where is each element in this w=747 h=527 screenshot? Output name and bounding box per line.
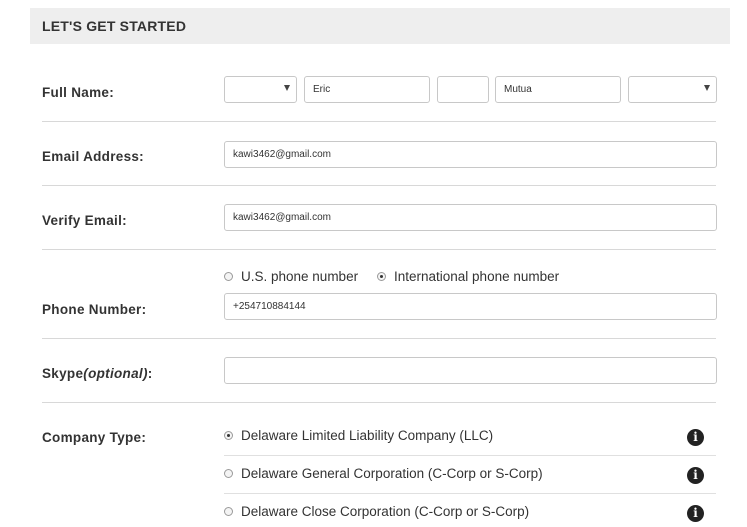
- divider: [224, 493, 716, 494]
- email-input[interactable]: kawi3462@gmail.com: [224, 141, 717, 168]
- info-icon[interactable]: i: [687, 429, 704, 446]
- radio-icon: [224, 507, 233, 516]
- phone-label: Phone Number:: [42, 302, 147, 317]
- divider: [42, 402, 716, 403]
- radio-checked-icon: [224, 431, 233, 440]
- skype-input[interactable]: [224, 357, 717, 384]
- first-name-input[interactable]: Eric: [304, 76, 430, 103]
- divider: [42, 338, 716, 339]
- section-header: LET'S GET STARTED: [30, 8, 730, 44]
- email-label: Email Address:: [42, 149, 144, 164]
- divider: [224, 455, 716, 456]
- us-phone-radio[interactable]: U.S. phone number: [224, 269, 358, 284]
- chevron-down-icon: [284, 85, 290, 91]
- radio-icon: [224, 469, 233, 478]
- info-icon[interactable]: i: [687, 467, 704, 484]
- last-name-input[interactable]: Mutua: [495, 76, 621, 103]
- international-phone-label: International phone number: [394, 269, 560, 284]
- skype-label-text: Skype: [42, 366, 84, 381]
- skype-label-colon: :: [147, 366, 153, 381]
- international-phone-radio[interactable]: International phone number: [377, 269, 559, 284]
- divider: [42, 121, 716, 122]
- name-suffix-select[interactable]: [628, 76, 717, 103]
- company-type-llc-label: Delaware Limited Liability Company (LLC): [241, 428, 494, 443]
- us-phone-label: U.S. phone number: [241, 269, 359, 284]
- skype-label: Skype(optional):: [42, 366, 153, 381]
- company-type-general-label: Delaware General Corporation (C-Corp or …: [241, 466, 543, 481]
- company-type-general-radio[interactable]: Delaware General Corporation (C-Corp or …: [224, 466, 543, 481]
- divider: [42, 249, 716, 250]
- name-prefix-select[interactable]: [224, 76, 297, 103]
- skype-optional-text: (optional): [83, 366, 148, 381]
- company-type-close-label: Delaware Close Corporation (C-Corp or S-…: [241, 504, 530, 519]
- verify-email-label: Verify Email:: [42, 213, 127, 228]
- middle-name-input[interactable]: [437, 76, 489, 103]
- radio-icon: [224, 272, 233, 281]
- company-type-close-radio[interactable]: Delaware Close Corporation (C-Corp or S-…: [224, 504, 529, 519]
- phone-input[interactable]: +254710884144: [224, 293, 717, 320]
- company-type-llc-radio[interactable]: Delaware Limited Liability Company (LLC): [224, 428, 493, 443]
- full-name-label: Full Name:: [42, 85, 115, 100]
- divider: [42, 185, 716, 186]
- chevron-down-icon: [704, 85, 710, 91]
- info-icon[interactable]: i: [687, 505, 704, 522]
- radio-checked-icon: [377, 272, 386, 281]
- company-type-label: Company Type:: [42, 430, 147, 445]
- verify-email-input[interactable]: kawi3462@gmail.com: [224, 204, 717, 231]
- section-title: LET'S GET STARTED: [42, 18, 187, 34]
